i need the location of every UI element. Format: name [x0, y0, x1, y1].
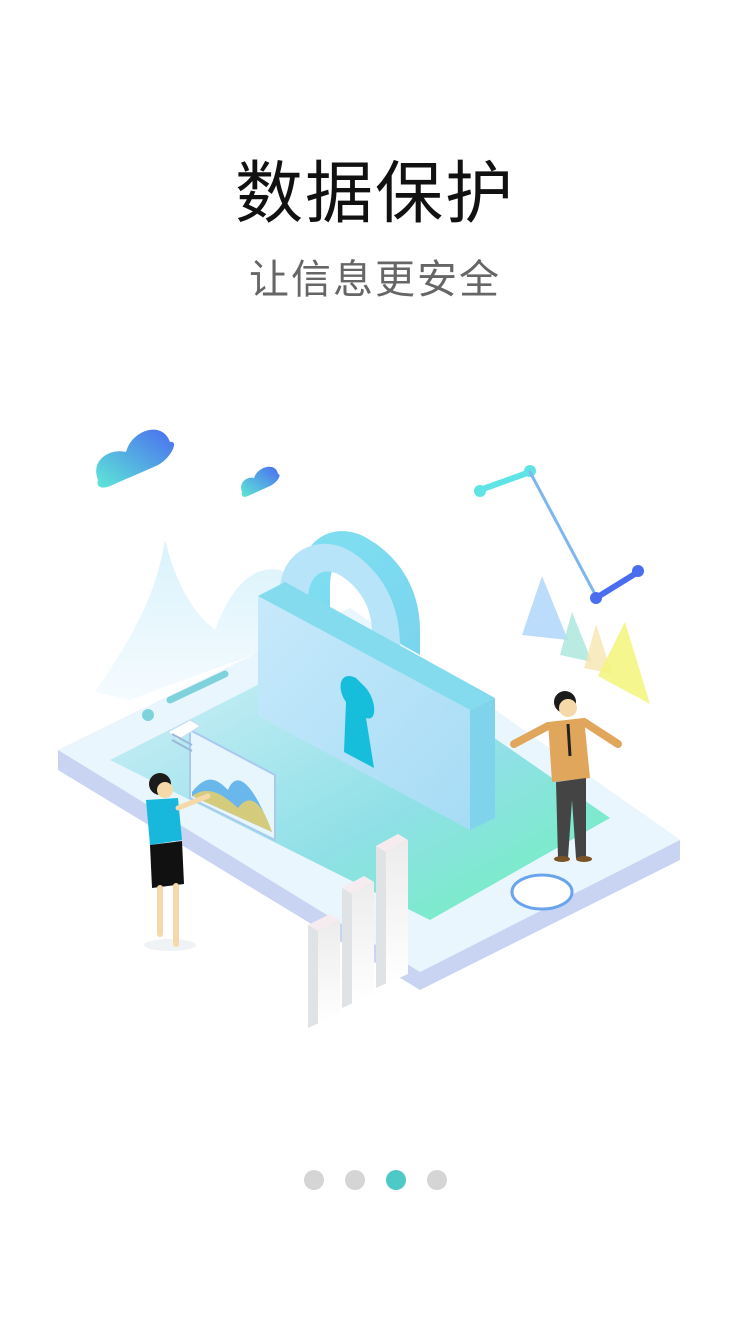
connector-line-icon — [474, 465, 644, 604]
subtitle: 让信息更安全 — [249, 257, 501, 303]
triangle-decoration — [522, 576, 650, 704]
page-indicator-dot-3-active[interactable] — [385, 1170, 406, 1190]
small-cloud-icon — [241, 466, 280, 497]
page-indicator — [0, 1170, 750, 1190]
cloud-icon — [96, 429, 175, 488]
woman-figure — [144, 773, 211, 951]
page-indicator-dot-4[interactable] — [426, 1170, 447, 1190]
page-indicator-dot-1[interactable] — [303, 1170, 324, 1190]
security-illustration — [40, 400, 720, 1060]
page-indicator-dot-2[interactable] — [344, 1170, 365, 1190]
title: 数据保护 — [234, 155, 515, 234]
